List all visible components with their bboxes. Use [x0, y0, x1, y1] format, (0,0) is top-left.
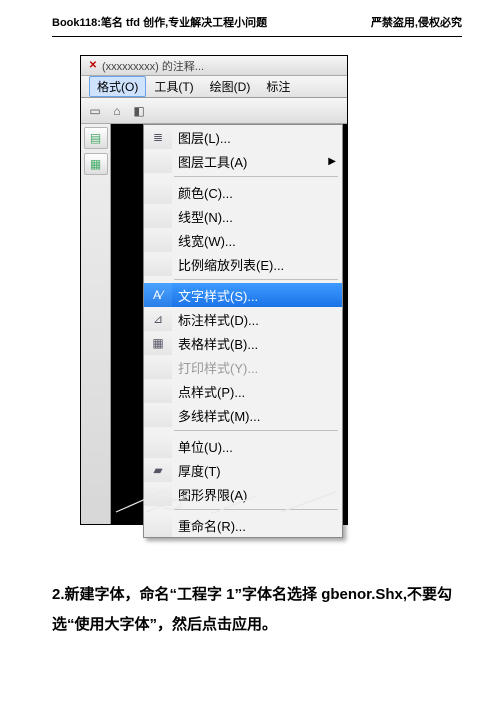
page-header: Book118:笔名 tfd 创作,专业解决工程小问题 严禁盗用,侵权必究 — [0, 0, 500, 36]
menu-format[interactable]: 格式(O) — [89, 76, 146, 97]
menu-tools[interactable]: 工具(T) — [146, 76, 201, 97]
title-text: (xxxxxxxxx) 的注释... — [102, 58, 204, 74]
menu-mline-style[interactable]: 多线样式(M)... — [144, 403, 342, 427]
separator — [174, 176, 338, 177]
menu-color[interactable]: 颜色(C)... — [144, 180, 342, 204]
menu-plot-style: 打印样式(Y)... — [144, 355, 342, 379]
toolbar-strip: ▭ ⌂ ◧ — [81, 98, 347, 124]
submenu-arrow-icon: ▶ — [328, 156, 336, 167]
menu-units[interactable]: 单位(U)... — [144, 434, 342, 458]
blank-icon — [144, 379, 172, 403]
layers-icon: ≣ — [144, 125, 172, 149]
menu-linetype[interactable]: 线型(N)... — [144, 204, 342, 228]
dim-style-icon: ⊿ — [144, 307, 172, 331]
tool-icon[interactable]: ◧ — [129, 101, 149, 121]
separator — [174, 430, 338, 431]
table-style-icon: ▦ — [144, 331, 172, 355]
blank-icon — [144, 180, 172, 204]
menu-thickness[interactable]: ▰ 厚度(T) — [144, 458, 342, 482]
tool-icon[interactable]: ▭ — [85, 101, 105, 121]
blank-icon — [144, 228, 172, 252]
separator — [174, 279, 338, 280]
menu-layer-tools[interactable]: 图层工具(A) ▶ — [144, 149, 342, 173]
menu-draw[interactable]: 绘图(D) — [202, 76, 259, 97]
palette-icon[interactable]: ▦ — [84, 153, 108, 175]
menu-lineweight[interactable]: 线宽(W)... — [144, 228, 342, 252]
blank-icon — [144, 355, 172, 379]
menu-dimension[interactable]: 标注 — [258, 76, 298, 97]
menu-bar: 格式(O) 工具(T) 绘图(D) 标注 — [81, 76, 347, 98]
menu-point-style[interactable]: 点样式(P)... — [144, 379, 342, 403]
menu-dim-style[interactable]: ⊿ 标注样式(D)... — [144, 307, 342, 331]
menu-layer[interactable]: ≣ 图层(L)... — [144, 125, 342, 149]
workspace: ▤ ▦ ≣ 图层(L)... 图层工具(A) ▶ 颜色(C)... — [81, 124, 347, 524]
thickness-icon: ▰ — [144, 458, 172, 482]
header-left: Book118:笔名 tfd 创作,专业解决工程小问题 — [52, 14, 267, 30]
blank-icon — [144, 252, 172, 276]
instruction-text: 2.新建字体，命名“工程字 1”字体名选择 gbenor.Shx,不要勾选“使用… — [52, 580, 462, 640]
palette-icon[interactable]: ▤ — [84, 127, 108, 149]
menu-scale-list[interactable]: 比例缩放列表(E)... — [144, 252, 342, 276]
left-toolbar: ▤ ▦ — [81, 124, 111, 524]
menu-table-style[interactable]: ▦ 表格样式(B)... — [144, 331, 342, 355]
drawing-lines — [111, 482, 347, 518]
header-rule — [52, 36, 462, 37]
blank-icon — [144, 204, 172, 228]
tool-icon[interactable]: ⌂ — [107, 101, 127, 121]
drawing-canvas: ≣ 图层(L)... 图层工具(A) ▶ 颜色(C)... 线型(N)... — [111, 124, 347, 524]
window-titlebar: ✕ (xxxxxxxxx) 的注释... — [81, 56, 347, 76]
header-right: 严禁盗用,侵权必究 — [371, 14, 462, 30]
blank-icon — [144, 403, 172, 427]
app-icon: ✕ — [87, 60, 99, 72]
cad-screenshot: ✕ (xxxxxxxxx) 的注释... 格式(O) 工具(T) 绘图(D) 标… — [80, 55, 348, 525]
format-dropdown: ≣ 图层(L)... 图层工具(A) ▶ 颜色(C)... 线型(N)... — [143, 124, 343, 538]
blank-icon — [144, 434, 172, 458]
text-style-icon: A⁄ — [144, 283, 172, 307]
blank-icon — [144, 149, 172, 173]
menu-text-style[interactable]: A⁄ 文字样式(S)... — [144, 283, 342, 307]
